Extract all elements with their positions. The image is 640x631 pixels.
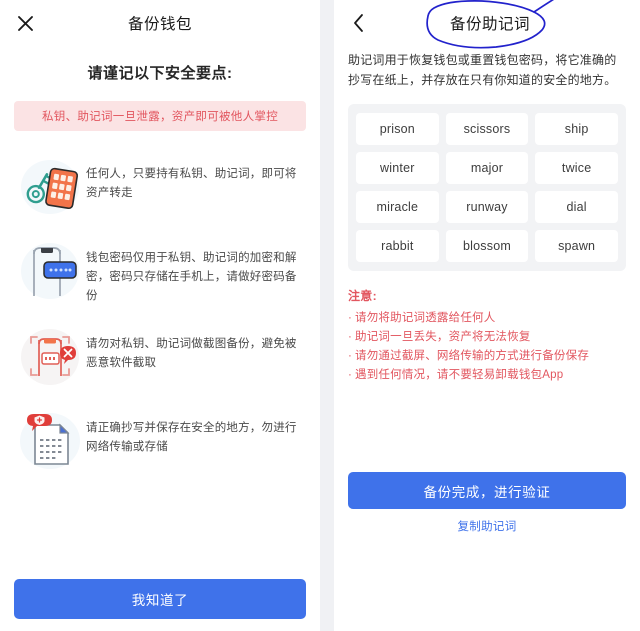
security-heading: 请谨记以下安全要点:	[87, 65, 233, 82]
left-panel-title: 备份钱包	[127, 16, 192, 33]
list-item[interactable]: prison	[356, 113, 439, 145]
list-item[interactable]: ship	[535, 113, 618, 145]
secure-document-icon	[14, 408, 86, 474]
copy-mnemonic-link[interactable]: 复制助记词	[334, 518, 640, 534]
list-item: 请勿对私钥、助记词做截图备份，避免被恶意软件截取	[14, 315, 306, 399]
close-icon[interactable]	[10, 8, 40, 38]
list-item[interactable]: scissors	[445, 113, 529, 145]
notice-title: 注意:	[348, 289, 377, 303]
app-screen: 备份钱包 请谨记以下安全要点: 私钥、助记词一旦泄露，资产即可被他人掌控 任何人…	[0, 0, 640, 631]
notice-text: 请勿将助记词透露给任何人	[355, 312, 496, 324]
phone-password-icon	[14, 238, 86, 304]
list-item: 钱包密码仅用于私钥、助记词的加密和解密，密码只存储在手机上，请做好密码备份	[14, 229, 306, 315]
list-item[interactable]: spawn	[535, 230, 618, 262]
list-item[interactable]: dial	[535, 191, 618, 223]
list-item[interactable]: twice	[535, 152, 618, 184]
bullet-icon: ·	[348, 369, 353, 381]
list-item[interactable]: miracle	[356, 191, 439, 223]
list-item[interactable]: runway	[445, 191, 529, 223]
list-item: · 请勿将助记词透露给任何人	[348, 309, 626, 328]
right-panel-title: 备份助记词	[449, 16, 530, 33]
no-screenshot-icon	[14, 324, 86, 390]
list-item: · 请勿通过截屏、网络传输的方式进行备份保存	[348, 347, 626, 366]
notice-block: 注意: · 请勿将助记词透露给任何人 · 助记词一旦丢失，资产将无法恢复 · 请…	[348, 287, 626, 385]
bullet-icon: ·	[348, 350, 353, 362]
list-item: · 遇到任何情况，请不要轻易卸载钱包App	[348, 366, 626, 385]
list-item[interactable]: blossom	[445, 230, 529, 262]
tip-text: 钱包密码仅用于私钥、助记词的加密和解密，密码只存储在手机上，请做好密码备份	[86, 252, 297, 302]
key-and-keypad-icon	[14, 154, 86, 220]
backup-done-verify-button[interactable]: 备份完成，进行验证	[348, 472, 626, 509]
backup-wallet-panel: 备份钱包 请谨记以下安全要点: 私钥、助记词一旦泄露，资产即可被他人掌控 任何人…	[0, 0, 320, 631]
list-item[interactable]: rabbit	[356, 230, 439, 262]
right-navbar: 备份助记词	[334, 0, 640, 46]
list-item: 任何人，只要持有私钥、助记词，即可将资产转走	[14, 145, 306, 229]
panel-divider	[320, 0, 334, 631]
list-item: · 助记词一旦丢失，资产将无法恢复	[348, 328, 626, 347]
notice-text: 遇到任何情况，请不要轻易卸载钱包App	[355, 369, 564, 381]
backup-mnemonic-panel: 备份助记词 助记词用于恢复钱包或重置钱包密码，将它准确的抄写在纸上，并存放在只有…	[334, 0, 640, 631]
back-chevron-icon[interactable]	[344, 8, 374, 38]
tip-text: 请勿对私钥、助记词做截图备份，避免被恶意软件截取	[86, 338, 297, 369]
left-navbar: 备份钱包	[0, 0, 320, 46]
i-know-button[interactable]: 我知道了	[14, 579, 306, 619]
list-item[interactable]: winter	[356, 152, 439, 184]
tip-text: 任何人，只要持有私钥、助记词，即可将资产转走	[86, 168, 297, 199]
list-item[interactable]: major	[445, 152, 529, 184]
list-item: 请正确抄写并保存在安全的地方，勿进行网络传输或存储	[14, 399, 306, 483]
bullet-icon: ·	[348, 331, 353, 343]
security-tips-list: 任何人，只要持有私钥、助记词，即可将资产转走 钱包密码仅用于私钥、助记词的加密和…	[0, 145, 320, 483]
leak-warning-banner: 私钥、助记词一旦泄露，资产即可被他人掌控	[14, 101, 306, 131]
mnemonic-description: 助记词用于恢复钱包或重置钱包密码，将它准确的抄写在纸上，并存放在只有你知道的安全…	[348, 53, 617, 87]
bullet-icon: ·	[348, 312, 353, 324]
notice-text: 请勿通过截屏、网络传输的方式进行备份保存	[355, 350, 590, 362]
notice-text: 助记词一旦丢失，资产将无法恢复	[355, 331, 531, 343]
mnemonic-word-grid: prison scissors ship winter major twice …	[348, 104, 626, 271]
tip-text: 请正确抄写并保存在安全的地方，勿进行网络传输或存储	[86, 422, 297, 453]
